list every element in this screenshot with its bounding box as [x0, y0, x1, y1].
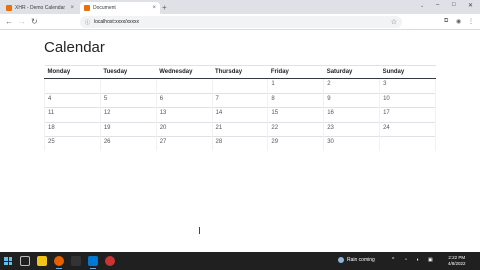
clock-date: 4/8/2022: [448, 261, 466, 266]
calendar-day-cell: 7: [212, 92, 269, 108]
calendar-day-cell: 24: [379, 121, 436, 137]
page-favicon-icon: [84, 5, 90, 11]
calendar-day-cell: 12: [100, 107, 157, 122]
calendar-day-cell: 28: [212, 136, 269, 151]
search-icon[interactable]: [20, 256, 30, 266]
calendar-day-cell: [379, 136, 436, 151]
start-button[interactable]: [4, 257, 12, 265]
day-header: Sunday: [379, 65, 436, 79]
page-favicon-icon: [6, 5, 12, 11]
weather-text: Rain coming: [347, 257, 375, 263]
maximize-icon[interactable]: □: [452, 2, 456, 8]
calendar-day-cell: 15: [267, 107, 325, 122]
calendar-day-cell: 1: [267, 78, 325, 93]
windows-logo-icon: [8, 257, 12, 261]
tab-document[interactable]: Document ×: [80, 2, 160, 14]
day-header: Tuesday: [100, 65, 157, 79]
calendar-day-cell: 16: [323, 107, 381, 122]
tab-title: Document: [93, 5, 116, 11]
calendar-week-row: 4 5 6 7 8 9 10: [44, 92, 436, 108]
calendar-day-cell: 14: [212, 107, 269, 122]
taskbar: Rain coming ^ ◔ ◖ ▣ 2:22 PM 4/8/2022: [0, 252, 480, 270]
calendar-week-row: 1 2 3: [44, 78, 436, 93]
calendar-day-cell: [212, 78, 269, 93]
close-tab-icon[interactable]: ×: [152, 5, 156, 11]
reload-icon[interactable]: ↻: [31, 17, 38, 26]
calendar-day-cell: [156, 78, 213, 93]
calendar-day-cell: 20: [156, 121, 213, 137]
calendar-day-cell: 11: [44, 107, 101, 122]
file-explorer-icon[interactable]: [37, 256, 47, 266]
page-title: Calendar: [44, 39, 105, 56]
calendar-day-cell: 8: [267, 92, 325, 108]
profile-icon[interactable]: ◉: [456, 18, 461, 25]
browser-toolbar: ← → ↻ ⓘ localhost:xxxx/xxxxx ☆ ⧉ ◉ ⋮: [0, 14, 480, 30]
calendar-day-cell: 22: [267, 121, 325, 137]
calendar-day-cell: 10: [379, 92, 436, 108]
close-tab-icon[interactable]: ×: [70, 5, 74, 11]
weather-widget[interactable]: Rain coming: [338, 257, 375, 263]
back-icon[interactable]: ←: [5, 17, 13, 26]
calendar-day-cell: 13: [156, 107, 213, 122]
day-header: Thursday: [212, 65, 268, 79]
vscode-icon[interactable]: [88, 256, 98, 269]
firefox-icon[interactable]: [54, 256, 64, 269]
tab-strip: XHR - Demo Calendar × Document × + ⌄ – □…: [0, 0, 480, 14]
calendar-day-cell: 25: [44, 136, 101, 151]
volume-icon[interactable]: ◖: [416, 257, 419, 263]
forward-icon[interactable]: →: [18, 17, 26, 26]
browser-window: XHR - Demo Calendar × Document × + ⌄ – □…: [0, 0, 480, 270]
calendar-day-cell: 21: [212, 121, 269, 137]
app-icon[interactable]: [105, 256, 115, 266]
calendar-day-cell: 4: [44, 92, 101, 108]
calendar-day-cell: 18: [44, 121, 101, 137]
calendar-day-cell: 26: [100, 136, 157, 151]
tray-chevron-icon[interactable]: ^: [392, 257, 394, 263]
calendar-week-row: 18 19 20 21 22 23 24: [44, 121, 436, 137]
calendar-day-cell: 3: [379, 78, 436, 93]
day-header: Monday: [44, 65, 101, 79]
system-clock[interactable]: 2:22 PM 4/8/2022: [448, 255, 466, 267]
calendar-day-cell: 23: [323, 121, 381, 137]
calendar-header-row: Monday Tuesday Wednesday Thursday Friday…: [44, 65, 436, 79]
calendar-day-cell: [100, 78, 157, 93]
extensions-icon[interactable]: ⧉: [444, 18, 448, 25]
calendar-day-cell: 19: [100, 121, 157, 137]
network-icon[interactable]: ◔: [404, 257, 407, 263]
calendar-table: Monday Tuesday Wednesday Thursday Friday…: [44, 65, 436, 151]
language-icon[interactable]: ▣: [428, 257, 433, 263]
calendar-week-row: 11 12 13 14 15 16 17: [44, 107, 436, 122]
mouse-cursor-icon: [199, 227, 203, 234]
close-window-icon[interactable]: ✕: [468, 2, 473, 9]
calendar-day-cell: 2: [323, 78, 381, 93]
calendar-day-cell: 5: [100, 92, 157, 108]
calendar-day-cell: 30: [323, 136, 381, 151]
day-header: Wednesday: [156, 65, 213, 79]
tab-title: XHR - Demo Calendar: [15, 5, 66, 11]
new-tab-button[interactable]: +: [162, 3, 167, 12]
calendar-day-cell: 27: [156, 136, 213, 151]
calendar-day-cell: [44, 78, 101, 93]
tab-search-icon[interactable]: ⌄: [420, 3, 424, 9]
rain-cloud-icon: [338, 257, 344, 263]
day-header: Saturday: [323, 65, 380, 79]
windows-logo-icon: [8, 261, 12, 265]
calendar-day-cell: 29: [267, 136, 325, 151]
url-text: localhost:xxxx/xxxxx: [94, 19, 140, 25]
calendar-week-row: 25 26 27 28 29 30: [44, 136, 436, 151]
terminal-icon[interactable]: [71, 256, 81, 266]
minimize-icon[interactable]: –: [436, 2, 439, 8]
page-viewport: Calendar Monday Tuesday Wednesday Thursd…: [0, 31, 480, 252]
menu-icon[interactable]: ⋮: [468, 18, 474, 25]
calendar-day-cell: 17: [379, 107, 436, 122]
info-icon[interactable]: ⓘ: [85, 19, 90, 26]
calendar-day-cell: 9: [323, 92, 381, 108]
address-bar[interactable]: ⓘ localhost:xxxx/xxxxx ☆: [80, 16, 402, 28]
bookmark-star-icon[interactable]: ☆: [391, 18, 397, 26]
calendar-day-cell: 6: [156, 92, 213, 108]
windows-logo-icon: [4, 257, 8, 261]
windows-logo-icon: [4, 261, 8, 265]
tab-xhr-demo-calendar[interactable]: XHR - Demo Calendar ×: [2, 2, 78, 14]
day-header: Friday: [267, 65, 324, 79]
